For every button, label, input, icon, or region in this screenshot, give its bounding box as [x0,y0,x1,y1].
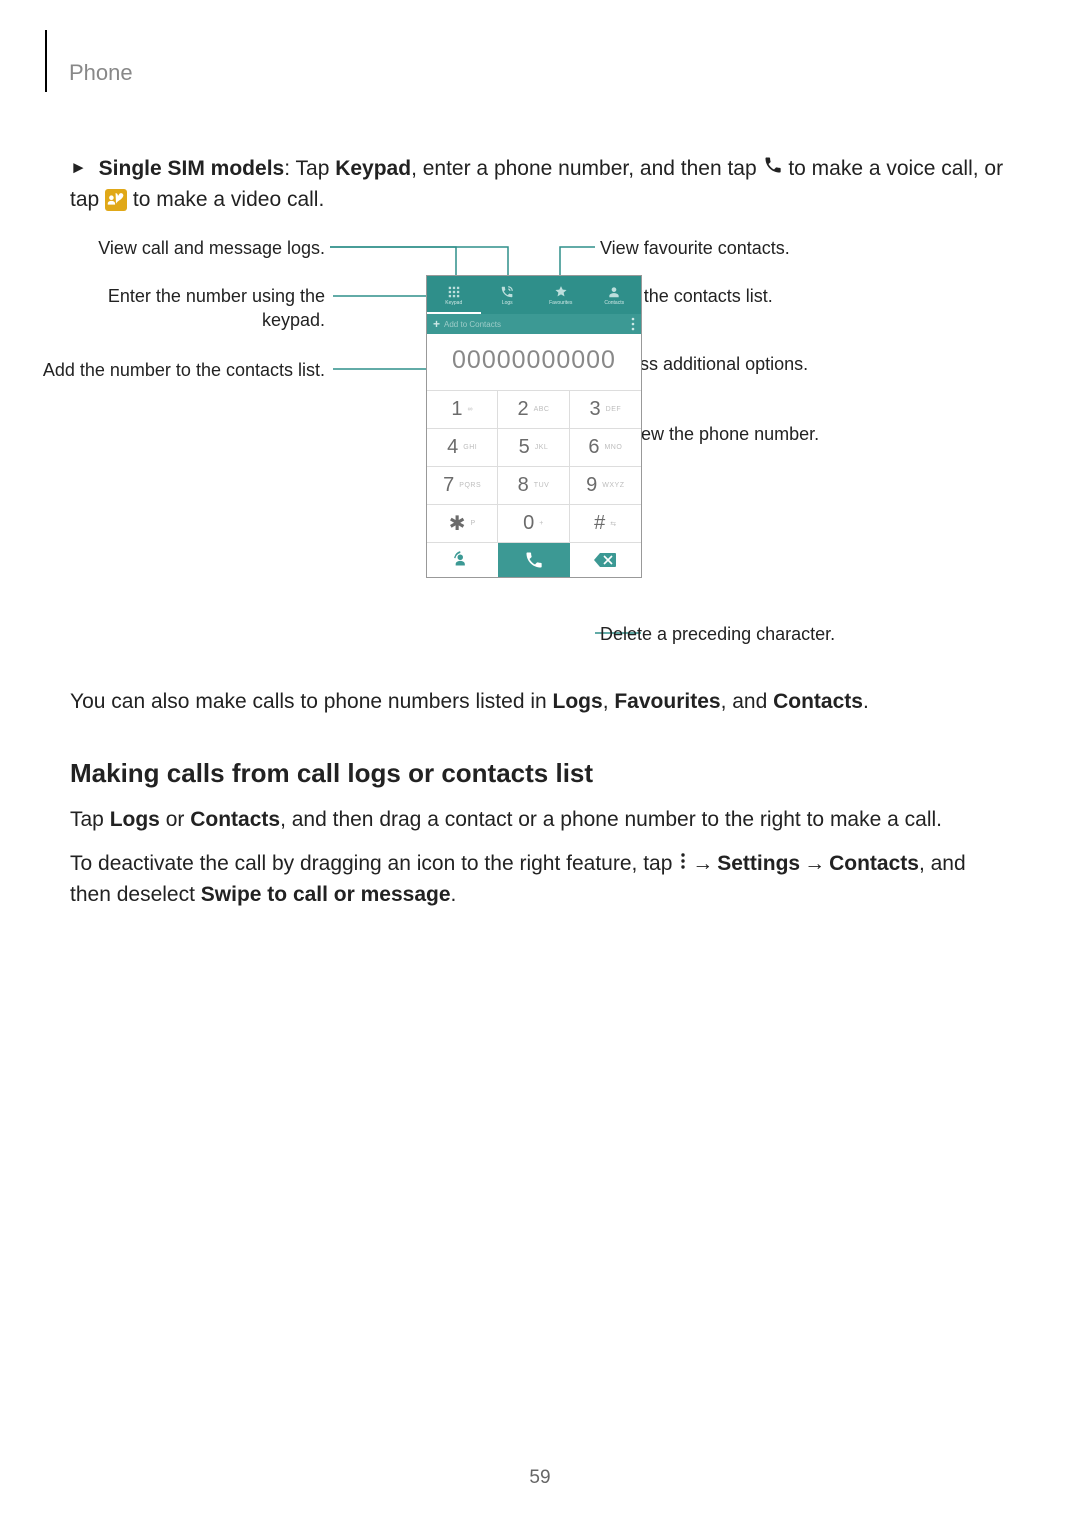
key-2[interactable]: 2ABC [498,390,569,428]
voice-call-button[interactable] [498,543,569,577]
after-diagram-paragraph: You can also make calls to phone numbers… [70,687,1010,717]
key-9[interactable]: 9WXYZ [570,466,641,504]
page-header: Phone [45,30,1010,92]
key-star[interactable]: ✱P [427,504,498,542]
key-hash[interactable]: #⇆ [570,504,641,542]
plus-icon: + [433,317,440,331]
tab-keypad[interactable]: Keypad [427,276,481,314]
callout-contacts: View the contacts list. [600,285,900,308]
key-7[interactable]: 7PQRS [427,466,498,504]
phone-icon [763,154,783,184]
add-to-contacts-row[interactable]: + Add to Contacts [427,314,641,334]
video-call-button[interactable] [427,543,498,577]
callout-keypad: Enter the number using the keypad. [70,285,325,332]
key-3[interactable]: 3DEF [570,390,641,428]
callout-favourites: View favourite contacts. [600,237,900,260]
section2-p2: To deactivate the call by dragging an ic… [70,849,1010,910]
keypad-grid: 1∞ 2ABC 3DEF 4GHI 5JKL 6MNO 7PQRS 8TUV 9… [427,390,641,542]
more-vertical-icon [678,849,688,879]
key-4[interactable]: 4GHI [427,428,498,466]
page-number: 59 [0,1467,1080,1489]
tab-favourites[interactable]: Favourites [534,276,588,314]
triangle-bullet-icon: ► [70,158,87,177]
tab-logs[interactable]: Logs [481,276,535,314]
tab-contacts[interactable]: Contacts [588,276,642,314]
phone-mock: Keypad Logs Favourites Contacts + Add to… [426,275,642,578]
intro-paragraph: ► Single SIM models: Tap Keypad, enter a… [70,154,1010,215]
intro-bold-keypad: Keypad [335,157,411,180]
more-icon[interactable] [631,317,635,333]
key-0[interactable]: 0+ [498,504,569,542]
section2-p1: Tap Logs or Contacts, and then drag a co… [70,805,1010,835]
key-5[interactable]: 5JKL [498,428,569,466]
intro-bold-model: Single SIM models [99,157,285,180]
tab-keypad-label: Keypad [445,300,462,306]
phone-tabs: Keypad Logs Favourites Contacts [427,276,641,314]
key-6[interactable]: 6MNO [570,428,641,466]
tab-contacts-label: Contacts [604,300,624,306]
tab-favourites-label: Favourites [549,300,572,306]
callout-preview: Preview the phone number. [600,423,900,446]
add-to-contacts-label: Add to Contacts [444,320,501,329]
phone-diagram: View call and message logs. Enter the nu… [70,233,1010,663]
video-call-icon [105,189,127,211]
callout-logs: View call and message logs. [70,237,325,260]
backspace-button[interactable] [570,543,641,577]
callout-options: Access additional options. [600,353,900,376]
section-title: Phone [69,60,133,86]
key-1[interactable]: 1∞ [427,390,498,428]
section-heading: Making calls from call logs or contacts … [70,758,1010,789]
key-8[interactable]: 8TUV [498,466,569,504]
callout-delete: Delete a preceding character. [600,623,920,646]
tab-logs-label: Logs [502,300,513,306]
action-row [427,542,641,577]
callout-addcontact: Add the number to the contacts list. [40,359,325,382]
number-display: 00000000000 [427,334,641,390]
